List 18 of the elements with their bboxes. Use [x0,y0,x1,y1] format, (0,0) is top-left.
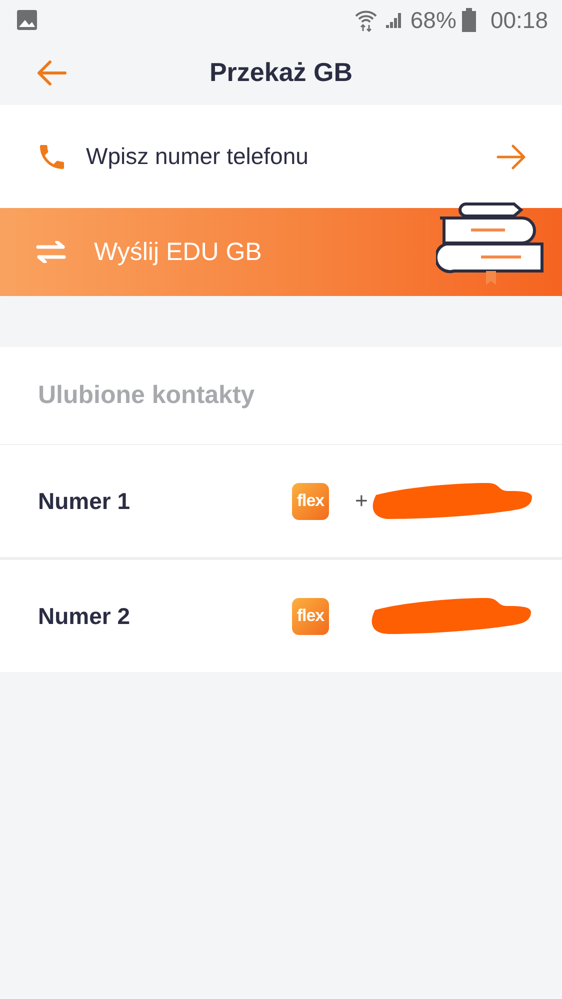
section-title: Ulubione kontakty [0,347,562,445]
wifi-icon [354,8,378,32]
arrow-right-icon [496,144,526,170]
number-prefix: + [355,488,368,514]
image-icon [16,9,38,31]
battery-icon [462,8,476,32]
contact-row[interactable]: Numer 1 flex + [0,445,562,557]
plan-logo: flex [292,598,329,634]
clock: 00:18 [490,6,548,34]
swap-icon [36,241,66,263]
phone-entry-label: Wpisz numer telefonu [86,143,310,170]
battery-level: 68% [410,6,456,34]
contact-name: Numer 1 [38,488,132,514]
plan-logo: flex [292,482,329,520]
contact-name: Numer 2 [38,602,132,630]
screen-title: Przekaż GB [209,57,353,88]
contact-row[interactable]: Numer 2 flex [0,557,562,672]
edu-banner-label: Wyślij EDU GB [94,238,263,266]
